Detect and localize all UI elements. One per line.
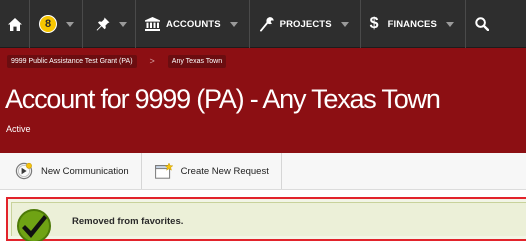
projects-label: PROJECTS (279, 18, 332, 30)
notification-banner: Removed from favorites. (6, 197, 526, 241)
projects-menu[interactable]: PROJECTS (250, 0, 361, 48)
search-icon (475, 17, 489, 31)
chevron-down-icon (340, 21, 349, 27)
chevron-down-icon (229, 21, 238, 27)
home-button[interactable] (0, 0, 30, 48)
notification-message: Removed from favorites. (72, 216, 184, 227)
account-status: Active (6, 124, 31, 134)
chevron-down-icon (119, 21, 127, 27)
checkmark-icon (17, 209, 51, 241)
bank-icon (145, 17, 160, 31)
breadcrumb: 9999 Public Assistance Test Grant (PA) >… (7, 55, 227, 68)
notification-body: Removed from favorites. (11, 202, 526, 241)
favorites-menu[interactable] (83, 0, 136, 48)
page-title: Account for 9999 (PA) - Any Texas Town (5, 84, 441, 114)
finances-menu[interactable]: $ FINANCES (361, 0, 466, 48)
home-icon (7, 17, 22, 31)
new-communication-button[interactable]: New Communication (0, 153, 142, 189)
chevron-down-icon (445, 21, 454, 27)
new-request-icon (154, 163, 173, 179)
accounts-menu[interactable]: ACCOUNTS (136, 0, 250, 48)
communication-icon (15, 162, 33, 180)
wrench-icon (259, 16, 274, 32)
breadcrumb-separator: > (149, 56, 155, 66)
create-new-request-button[interactable]: Create New Request (142, 153, 282, 189)
create-new-request-label: Create New Request (180, 165, 269, 177)
new-communication-label: New Communication (41, 165, 129, 177)
top-navigation: 8 ACCOUNTS PROJECTS $ FINANCES (0, 0, 526, 48)
account-header: 9999 Public Assistance Test Grant (PA) >… (0, 48, 526, 153)
pin-icon (96, 17, 110, 31)
breadcrumb-item-town[interactable]: Any Texas Town (167, 55, 227, 68)
accounts-label: ACCOUNTS (166, 18, 221, 30)
finances-label: FINANCES (387, 18, 437, 30)
chevron-down-icon (66, 21, 74, 27)
notifications-menu[interactable]: 8 (30, 0, 83, 48)
notification-count-badge: 8 (39, 15, 57, 33)
dollar-icon: $ (369, 15, 379, 32)
action-toolbar: New Communication Create New Request (0, 153, 526, 190)
breadcrumb-item-grant[interactable]: 9999 Public Assistance Test Grant (PA) (7, 55, 137, 68)
search-button[interactable] (466, 0, 489, 48)
